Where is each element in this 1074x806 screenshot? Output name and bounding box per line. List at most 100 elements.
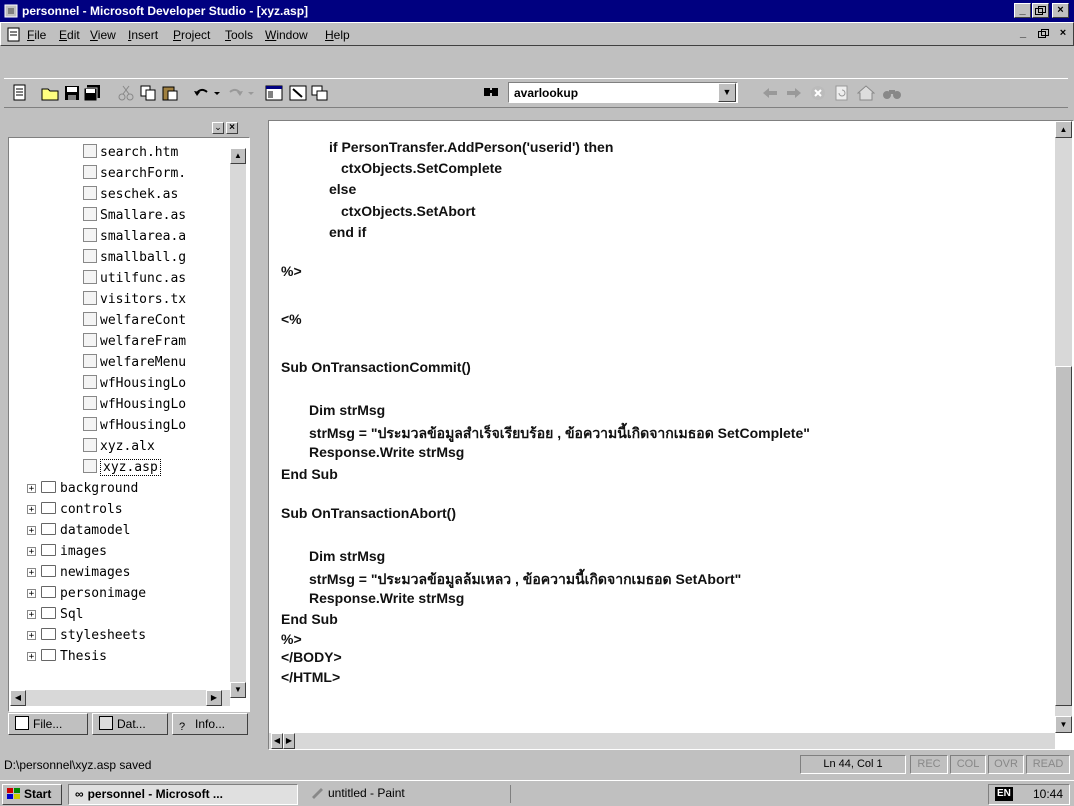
expand-icon[interactable]: + [27,589,36,599]
home-icon[interactable] [856,83,876,103]
file-tree[interactable]: search.htm searchForm. seschek.as Smallare.… [8,137,250,712]
save-all-icon[interactable] [82,83,102,103]
editor-scroll-left-button[interactable]: ◀ [271,733,283,749]
tree-folder-item[interactable]: + newimages [27,562,130,583]
tree-file-item[interactable]: welfareMenu [83,352,186,373]
combo-dropdown-button[interactable]: ▼ [718,83,736,102]
tree-folder-item[interactable]: + stylesheets [27,625,146,646]
tree-file-item[interactable]: wfHousingLo [83,373,186,394]
tree-folder-item[interactable]: + personimage [27,583,146,604]
tree-file-item[interactable]: smallball.g [83,247,186,268]
new-text-file-icon[interactable] [10,83,30,103]
expand-icon[interactable]: + [27,547,36,557]
tree-file-item[interactable]: Smallare.as [83,205,186,226]
tab-infoview[interactable]: ? Info... [172,713,248,735]
code-line: Sub OnTransactionCommit() [281,359,471,375]
tree-file-item[interactable]: utilfunc.as [83,268,186,289]
menu-view[interactable]: View [90,28,116,42]
code-text-area[interactable]: if PersonTransfer.AddPerson('userid') th… [269,121,1057,736]
menu-project[interactable]: Project [173,28,210,42]
menu-tools[interactable]: Tools [225,28,253,42]
title-bar[interactable]: personnel - Microsoft Developer Studio -… [0,0,1074,22]
expand-icon[interactable]: + [27,526,36,536]
code-line: end if [329,224,367,240]
output-window-icon[interactable] [288,83,308,103]
expand-icon[interactable]: + [27,568,36,578]
redo-icon[interactable] [226,83,256,103]
tree-file-item[interactable]: seschek.as [83,184,178,205]
scroll-right-button[interactable]: ▶ [206,690,222,706]
tree-file-item[interactable]: xyz.alx [83,436,155,457]
start-button[interactable]: Start [2,784,62,805]
tree-file-item[interactable]: visitors.tx [83,289,186,310]
minimize-button[interactable]: _ [1014,3,1031,18]
tree-file-item[interactable]: xyz.asp [83,457,161,478]
tree-folder-item[interactable]: + Sql [27,604,83,625]
scroll-down-button[interactable]: ▼ [230,682,246,698]
expand-icon[interactable]: + [27,610,36,620]
clock[interactable]: 10:44 [1033,785,1063,804]
save-icon[interactable] [62,83,82,103]
menu-edit[interactable]: Edit [59,28,80,42]
tab-dataview[interactable]: Dat... [92,713,168,735]
tree-file-item[interactable]: smallarea.a [83,226,186,247]
menu-insert[interactable]: Insert [128,28,158,42]
tree-folder-item[interactable]: + Thesis [27,646,107,667]
app-icon[interactable] [4,4,18,18]
tree-file-item[interactable]: wfHousingLo [83,394,186,415]
expand-icon[interactable]: + [27,652,36,662]
tree-file-item[interactable]: wfHousingLo [83,415,186,436]
paste-icon[interactable] [160,83,180,103]
find-in-files-icon[interactable] [482,83,502,103]
menu-file[interactable]: File [27,28,46,42]
editor-hscrollbar[interactable]: ◀ ▶ [269,733,1055,749]
find-combo[interactable]: avarlookup [508,82,738,103]
close-button[interactable]: × [1052,3,1069,18]
panel-menu-button[interactable]: ⌄ [212,122,224,134]
scroll-up-button[interactable]: ▲ [230,148,246,164]
copy-icon[interactable] [138,83,158,103]
refresh-icon[interactable] [832,83,852,103]
mdi-close-button[interactable]: × [1055,27,1071,42]
scroll-left-button[interactable]: ◀ [10,690,26,706]
tree-folder-item[interactable]: + background [27,478,138,499]
menu-help[interactable]: Help [325,28,350,42]
code-editor[interactable]: if PersonTransfer.AddPerson('userid') th… [268,120,1074,750]
document-icon[interactable] [7,27,21,46]
editor-vscrollbar[interactable]: ▲ ▼ [1055,121,1072,733]
editor-scroll-down-button[interactable]: ▼ [1055,716,1072,733]
mdi-restore-button[interactable] [1035,27,1051,42]
maximize-button[interactable] [1032,3,1049,18]
tree-file-item[interactable]: welfareCont [83,310,186,331]
binoculars-icon[interactable] [882,83,902,103]
language-indicator[interactable]: EN [995,787,1013,801]
taskbar-button-devstudio[interactable]: ∞ personnel - Microsoft ... [68,784,298,805]
editor-scroll-right-button[interactable]: ▶ [283,733,295,749]
tree-file-item[interactable]: searchForm. [83,163,186,184]
tree-folder-item[interactable]: + images [27,541,107,562]
mdi-minimize-button[interactable]: _ [1015,27,1031,42]
workspace-window-icon[interactable] [264,83,284,103]
expand-icon[interactable]: + [27,484,36,494]
back-arrow-icon[interactable] [760,83,780,103]
forward-arrow-icon[interactable] [784,83,804,103]
tree-vscrollbar[interactable]: ▲ ▼ [230,148,246,698]
expand-icon[interactable]: + [27,631,36,641]
menu-window[interactable]: Window [265,28,308,42]
cut-icon[interactable] [116,83,136,103]
taskbar-button-paint[interactable]: untitled - Paint [304,784,510,805]
tree-hscrollbar[interactable]: ◀ ▶ [10,690,230,706]
editor-scroll-thumb[interactable] [1055,366,1072,706]
stop-icon[interactable] [808,83,828,103]
undo-icon[interactable] [192,83,222,103]
open-folder-icon[interactable] [40,83,60,103]
panel-close-button[interactable]: × [226,122,238,134]
tree-folder-item[interactable]: + controls [27,499,123,520]
tab-fileview[interactable]: File... [8,713,88,735]
editor-scroll-up-button[interactable]: ▲ [1055,121,1072,138]
tree-file-item[interactable]: search.htm [83,142,178,163]
tree-folder-item[interactable]: + datamodel [27,520,130,541]
tree-file-item[interactable]: welfareFram [83,331,186,352]
expand-icon[interactable]: + [27,505,36,515]
window-list-icon[interactable] [310,83,330,103]
